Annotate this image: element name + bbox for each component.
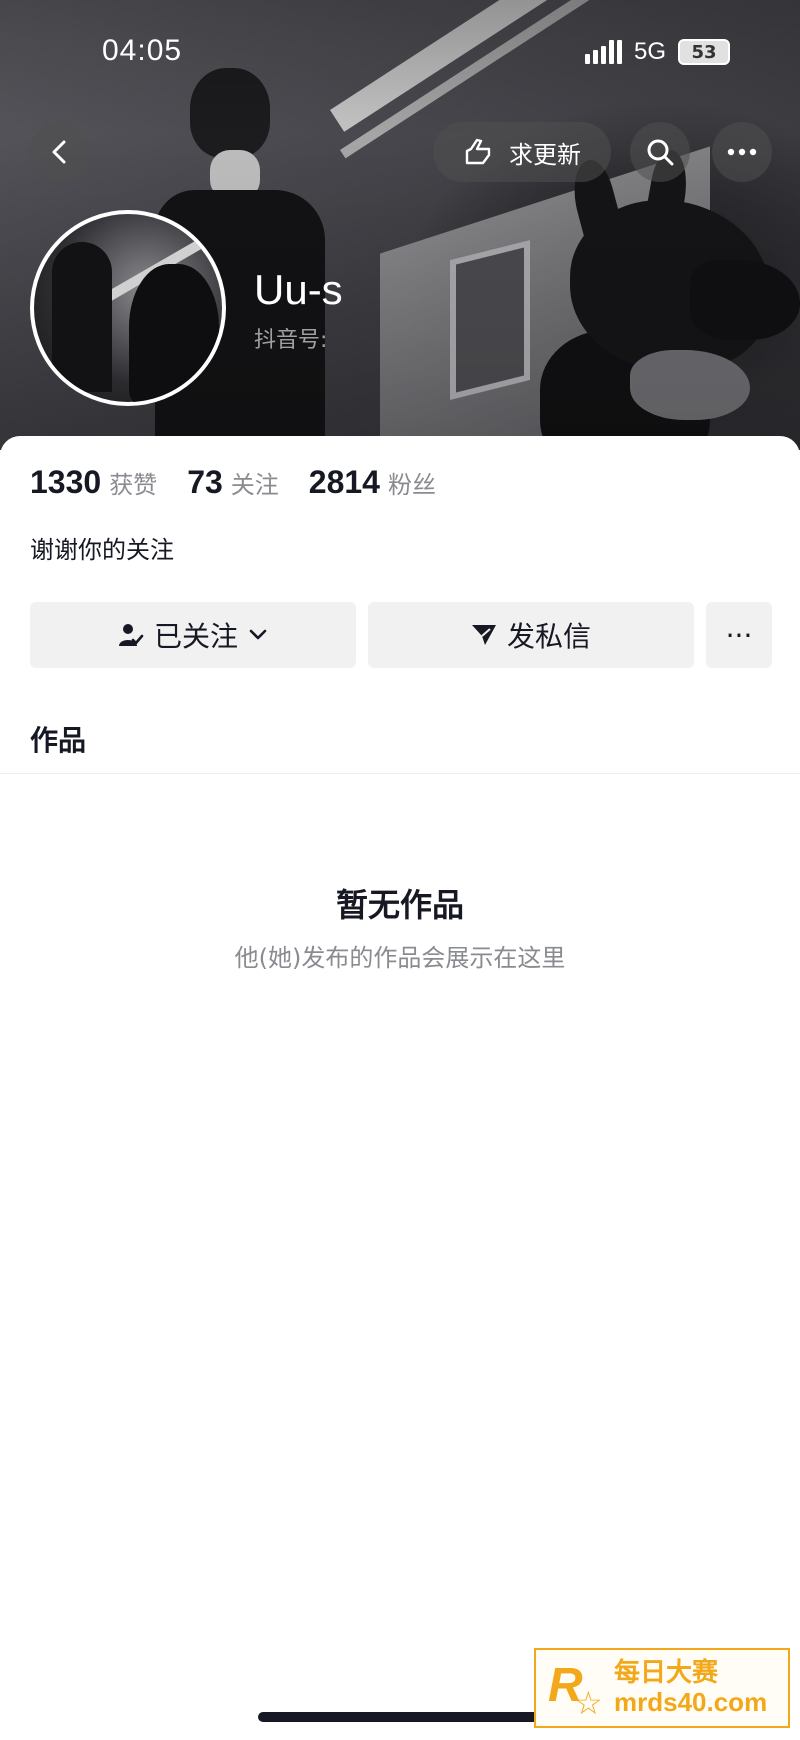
- tab-divider: [0, 773, 800, 774]
- stat-label: 获赞: [109, 471, 158, 499]
- stat-value: 1330: [30, 464, 102, 500]
- watermark-text: 每日大赛 mrds40.com: [614, 1659, 767, 1716]
- signal-icon: [584, 40, 622, 64]
- request-update-button[interactable]: 求更新: [433, 122, 611, 182]
- watermark-logo: R ☆: [548, 1658, 604, 1722]
- douyin-id-label[interactable]: 抖音号:: [254, 322, 327, 354]
- stat-value: 73: [187, 464, 223, 500]
- stat-following[interactable]: 73 关注: [187, 464, 279, 501]
- more-actions-button[interactable]: ···: [706, 602, 772, 668]
- profile-stats: 1330 获赞 73 关注 2814 粉丝: [30, 464, 436, 501]
- stat-followers[interactable]: 2814 粉丝: [309, 464, 436, 501]
- profile-bio: 谢谢你的关注: [30, 536, 174, 564]
- watermark-url: mrds40.com: [614, 1687, 768, 1717]
- followed-button[interactable]: 已关注: [30, 602, 356, 668]
- battery-level: 53: [691, 41, 717, 63]
- watermark-title: 每日大赛: [614, 1658, 719, 1689]
- home-indicator[interactable]: [258, 1712, 542, 1722]
- more-actions-label: ···: [725, 618, 753, 652]
- chevron-down-icon: [249, 629, 267, 640]
- send-message-button[interactable]: 发私信: [368, 602, 694, 668]
- more-dots-icon: [727, 148, 757, 156]
- search-button[interactable]: [630, 122, 690, 182]
- hand-point-icon: [465, 138, 491, 165]
- send-message-label: 发私信: [506, 620, 591, 653]
- user-check-icon: [118, 624, 144, 646]
- search-icon: [647, 139, 674, 166]
- empty-state-subtitle: 他(她)发布的作品会展示在这里: [234, 944, 566, 972]
- star-icon: ☆: [574, 1684, 603, 1722]
- status-time: 04:05: [102, 34, 183, 67]
- empty-state-title: 暂无作品: [335, 886, 464, 924]
- followed-label: 已关注: [153, 620, 238, 653]
- network-type: 5G: [633, 38, 666, 65]
- douyin-id-text: 抖音号: [254, 328, 321, 353]
- chevron-left-icon: [52, 140, 66, 164]
- watermark: R ☆ 每日大赛 mrds40.com: [534, 1648, 790, 1728]
- battery-icon: 53: [678, 39, 730, 65]
- paper-plane-icon: [471, 625, 496, 645]
- stat-label: 关注: [230, 471, 279, 499]
- stat-value: 2814: [308, 464, 380, 500]
- stat-likes: 1330 获赞: [30, 464, 157, 501]
- avatar[interactable]: [30, 210, 226, 406]
- stat-label: 粉丝: [387, 471, 436, 499]
- more-options-button[interactable]: [712, 122, 772, 182]
- request-update-label: 求更新: [509, 140, 581, 169]
- tab-works[interactable]: 作品: [30, 719, 86, 759]
- profile-actions: 已关注 发私信 ···: [30, 602, 772, 668]
- profile-nickname: Uu-s: [254, 266, 343, 313]
- back-button[interactable]: [30, 122, 90, 182]
- status-indicators: 5G 53: [584, 38, 730, 66]
- profile-card: 1330 获赞 73 关注 2814 粉丝 谢谢你的关注 已关注 发私信 ···…: [0, 436, 800, 1740]
